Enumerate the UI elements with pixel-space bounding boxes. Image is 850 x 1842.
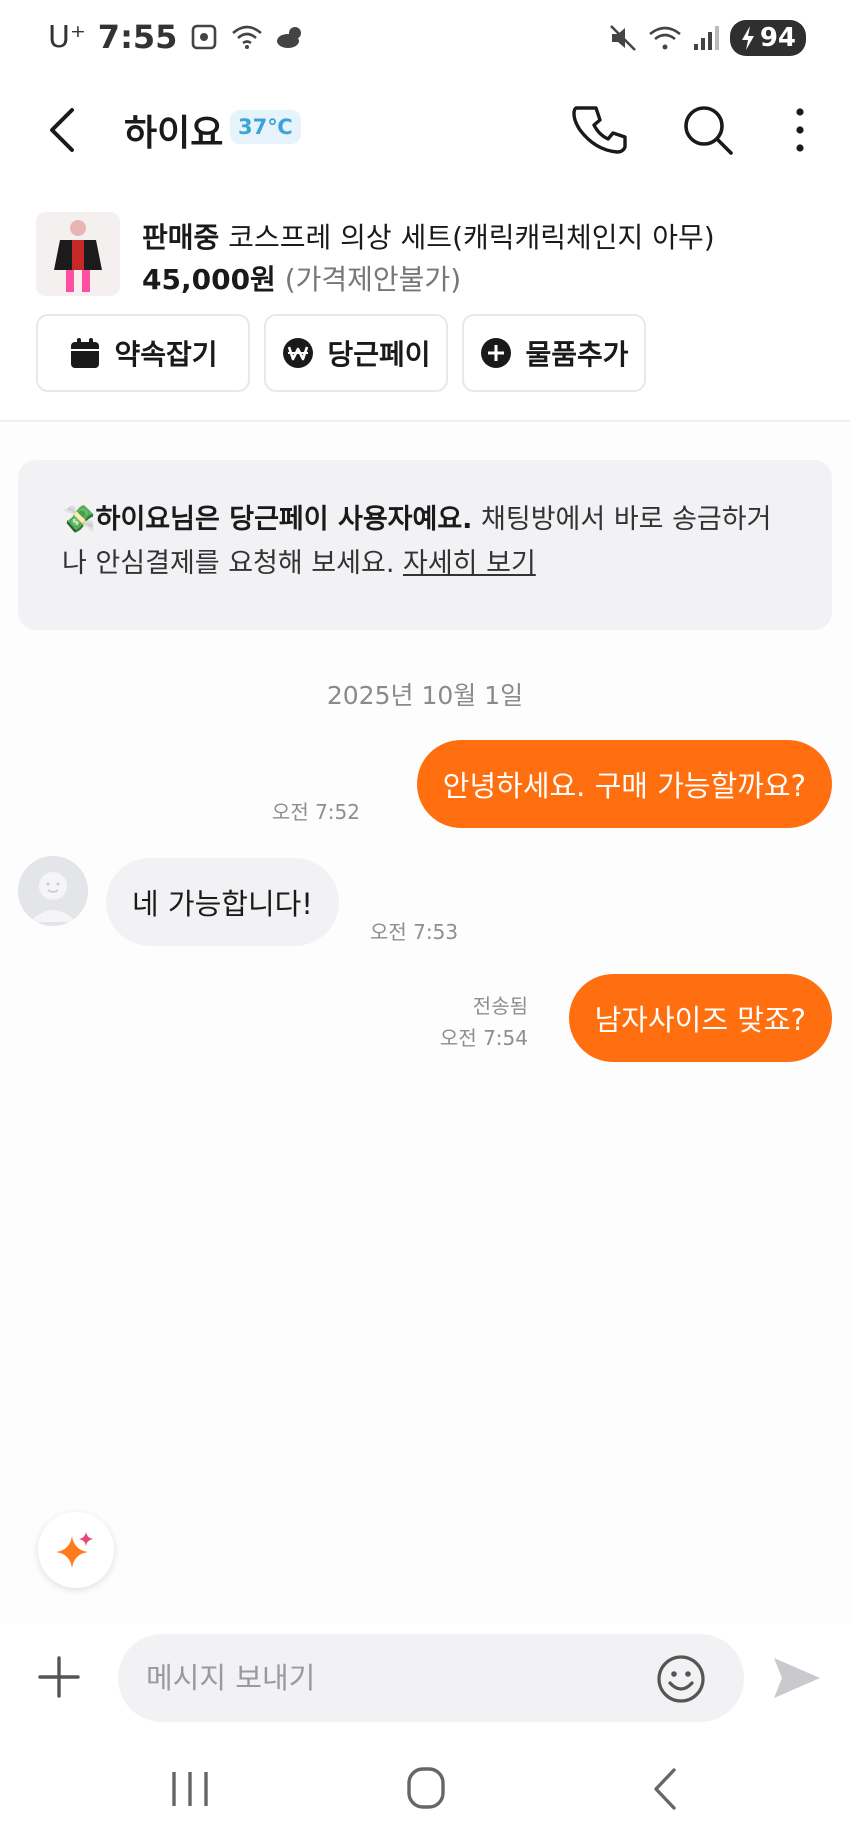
product-title: 코스프레 의상 세트(캐릭캐릭체인지 아무) — [219, 221, 715, 254]
manner-temperature-badge[interactable]: 37℃ — [230, 110, 301, 144]
notice-more-link[interactable]: 자세히 보기 — [403, 548, 536, 579]
product-price-line: 45,000원 (가격제안불가) — [142, 258, 461, 298]
ai-assistant-button[interactable] — [38, 1512, 114, 1588]
outgoing-message[interactable]: 남자사이즈 맞죠? — [568, 974, 832, 1062]
message-time: 오전 7:54 — [439, 1026, 528, 1050]
message-time: 오전 7:52 — [271, 800, 360, 824]
karrot-pay-notice: 💸하이요님은 당근페이 사용자예요. 채팅방에서 바로 송금하거나 안심결제를 … — [18, 460, 832, 630]
negotiation-note: (가격제안불가) — [275, 263, 462, 296]
back-icon[interactable] — [40, 102, 90, 158]
message-input[interactable] — [118, 1634, 744, 1722]
chat-partner-name[interactable]: 하이요 — [124, 104, 223, 156]
carrier-label: U⁺ — [48, 19, 86, 55]
incoming-message[interactable]: 네 가능합니다! — [106, 858, 339, 946]
sale-status: 판매중 — [142, 221, 220, 254]
wifi-icon — [232, 25, 263, 49]
system-nav-bar — [0, 1734, 850, 1842]
message-time: 오전 7:53 — [370, 920, 459, 944]
notice-headline: 하이요님은 당근페이 사용자예요. — [95, 504, 473, 535]
weather-icon — [277, 27, 302, 48]
emoji-icon[interactable] — [656, 1654, 706, 1704]
product-actions: 약속잡기 당근페이 물품추가 — [36, 314, 646, 392]
product-price: 45,000원 — [142, 263, 276, 296]
add-item-button[interactable]: 물품추가 — [462, 314, 646, 392]
karrot-pay-label: 당근페이 — [327, 338, 431, 371]
calendar-icon — [71, 338, 100, 368]
outgoing-message[interactable]: 안녕하세요. 구매 가능할까요? — [416, 740, 832, 828]
message-input-bar — [0, 1624, 850, 1734]
back-nav-icon[interactable] — [636, 1764, 696, 1814]
date-separator: 2025년 10월 1일 — [326, 681, 524, 710]
phone-icon[interactable] — [572, 100, 632, 160]
money-emoji: 💸 — [62, 504, 96, 535]
status-bar: U⁺ 7:55 94 — [0, 0, 850, 80]
chat-area[interactable]: 💸하이요님은 당근페이 사용자예요. 채팅방에서 바로 송금하거나 안심결제를 … — [0, 424, 850, 1624]
battery-level: 94 — [759, 23, 796, 53]
home-icon[interactable] — [396, 1764, 456, 1814]
karrot-pay-button[interactable]: 당근페이 — [264, 314, 448, 392]
search-icon[interactable] — [678, 100, 738, 160]
wifi-signal-icon — [649, 26, 681, 50]
product-summary: 판매중 코스프레 의상 세트(캐릭캐릭체인지 아무) 45,000원 (가격제안… — [0, 200, 850, 422]
chat-header: 하이요 37℃ — [0, 80, 850, 180]
mute-icon — [609, 25, 636, 51]
add-item-label: 물품추가 — [525, 338, 629, 371]
send-icon[interactable] — [772, 1654, 822, 1702]
battery-indicator: 94 — [729, 20, 806, 56]
plus-circle-icon — [481, 338, 512, 368]
schedule-label: 약속잡기 — [114, 338, 218, 371]
sparkle-icon — [56, 1532, 93, 1568]
schedule-button[interactable]: 약속잡기 — [36, 314, 250, 392]
message-status: 전송됨 — [472, 994, 528, 1018]
charging-icon — [741, 26, 754, 50]
product-title-line[interactable]: 판매중 코스프레 의상 세트(캐릭캐릭체인지 아무) — [142, 216, 715, 256]
screenshot-icon — [192, 24, 217, 50]
partner-avatar[interactable] — [18, 856, 88, 926]
recent-apps-icon[interactable] — [160, 1764, 220, 1814]
more-icon[interactable] — [770, 100, 830, 160]
cell-signal-icon — [693, 26, 719, 50]
attach-plus-icon[interactable] — [36, 1654, 82, 1700]
product-thumbnail[interactable] — [36, 212, 120, 296]
won-icon — [283, 338, 314, 368]
clock: 7:55 — [97, 18, 178, 56]
